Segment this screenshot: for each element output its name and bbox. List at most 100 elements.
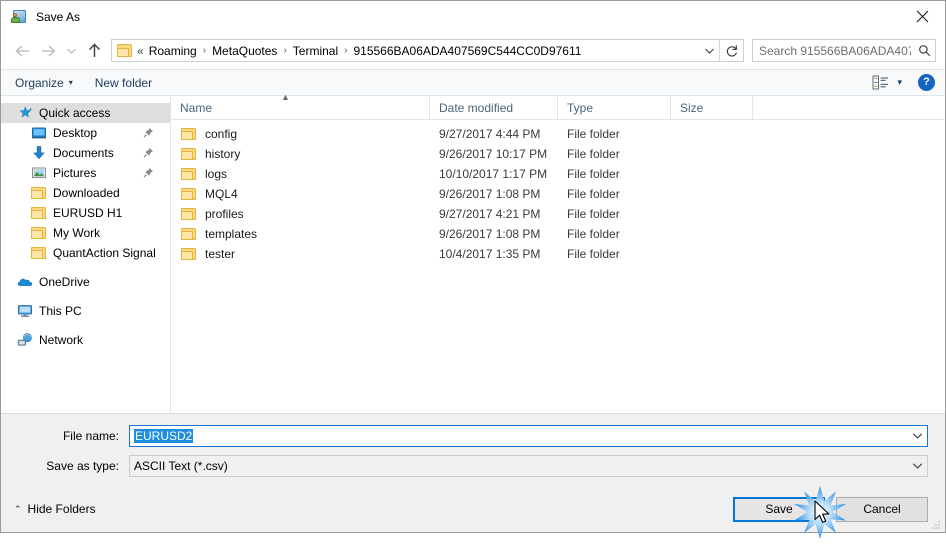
pin-icon[interactable]	[143, 127, 154, 138]
window-title: Save As	[36, 9, 81, 24]
table-row[interactable]: config 9/27/2017 4:44 PM File folder	[171, 124, 945, 144]
file-row-name-cell: config	[171, 127, 430, 141]
cancel-button[interactable]: Cancel	[836, 496, 928, 522]
file-name-dropdown-button[interactable]	[907, 432, 927, 440]
file-name-value: EURUSD2	[134, 429, 194, 443]
breadcrumb-item-metaquotes[interactable]: MetaQuotes	[209, 43, 280, 59]
sidebar-item-my-work[interactable]: My Work	[1, 223, 170, 243]
address-bar[interactable]: « Roaming › MetaQuotes › Terminal › 9155…	[111, 39, 744, 62]
file-name-text: logs	[205, 167, 228, 181]
chevron-down-icon	[704, 48, 714, 54]
command-toolbar: Organize ▾ New folder ▾ ?	[1, 69, 945, 96]
breadcrumb-item-roaming[interactable]: Roaming	[146, 43, 200, 59]
search-input[interactable]	[753, 43, 913, 58]
file-row-date-cell: 10/4/2017 1:35 PM	[439, 247, 541, 261]
save-button[interactable]: Save	[733, 496, 825, 522]
table-row[interactable]: history 9/26/2017 10:17 PM File folder	[171, 144, 945, 164]
back-arrow-icon	[15, 45, 29, 56]
breadcrumb-separator-icon[interactable]: ›	[200, 45, 209, 56]
forward-button[interactable]	[35, 39, 61, 63]
documents-download-icon	[31, 145, 47, 161]
column-header-name[interactable]: Name ▲	[171, 92, 430, 119]
sidebar-item-desktop[interactable]: Desktop	[1, 123, 170, 143]
column-header-date-modified[interactable]: Date modified	[430, 96, 558, 119]
file-name-text: profiles	[205, 207, 244, 221]
new-folder-button[interactable]: New folder	[95, 76, 152, 90]
file-row-type-cell: File folder	[567, 247, 620, 261]
back-button[interactable]	[9, 39, 35, 63]
file-row-name-cell: MQL4	[171, 187, 430, 201]
sidebar-item-quick-access[interactable]: Quick access	[1, 103, 170, 123]
file-name-combobox[interactable]: EURUSD2	[129, 425, 928, 447]
change-view-button[interactable]: ▾	[872, 75, 902, 90]
folder-icon	[31, 205, 47, 221]
resize-grip[interactable]	[930, 518, 942, 530]
sidebar-item-label: Downloaded	[53, 186, 120, 200]
search-icon[interactable]	[913, 44, 935, 57]
file-name-input[interactable]: EURUSD2	[130, 429, 907, 443]
help-button[interactable]: ?	[918, 74, 935, 91]
sidebar-item-eurusd-h1[interactable]: EURUSD H1	[1, 203, 170, 223]
sidebar-item-documents[interactable]: Documents	[1, 143, 170, 163]
table-row[interactable]: MQL4 9/26/2017 1:08 PM File folder	[171, 184, 945, 204]
hide-folders-button[interactable]: ⌃ Hide Folders	[11, 502, 96, 516]
file-row-date-cell: 9/26/2017 1:08 PM	[439, 227, 541, 241]
sidebar-item-pictures[interactable]: Pictures	[1, 163, 170, 183]
column-header-size[interactable]: Size	[671, 96, 753, 119]
address-dropdown-button[interactable]	[699, 40, 719, 61]
column-header-type[interactable]: Type	[558, 96, 671, 119]
breadcrumb-separator-icon[interactable]: ›	[341, 45, 350, 56]
sidebar-item-this-pc[interactable]: This PC	[1, 301, 170, 321]
pin-icon[interactable]	[143, 147, 154, 158]
table-row[interactable]: tester 10/4/2017 1:35 PM File folder	[171, 244, 945, 264]
column-header-label: Size	[680, 100, 704, 115]
dialog-footer: ⌃ Hide Folders Save Cancel	[1, 486, 945, 532]
column-header-label: Type	[567, 100, 594, 115]
breadcrumb-separator-icon[interactable]: ›	[280, 45, 289, 56]
save-as-type-combobox[interactable]: ASCII Text (*.csv)	[129, 455, 928, 477]
sidebar-item-label: OneDrive	[39, 275, 90, 289]
breadcrumb-overflow[interactable]: «	[135, 43, 146, 59]
sidebar-item-label: EURUSD H1	[53, 206, 123, 220]
sidebar-item-downloaded[interactable]: Downloaded	[1, 183, 170, 203]
sidebar-item-network[interactable]: Network	[1, 330, 170, 350]
file-list: config 9/27/2017 4:44 PM File folder histor…	[171, 120, 945, 413]
sidebar-item-onedrive[interactable]: OneDrive	[1, 272, 170, 292]
organize-label: Organize	[15, 75, 64, 90]
file-row-type-cell: File folder	[567, 127, 620, 141]
file-row-type-cell: File folder	[567, 167, 620, 181]
sidebar-item-label: Network	[39, 333, 84, 347]
chevron-down-icon: ▾	[897, 77, 902, 87]
desktop-icon	[31, 125, 47, 141]
table-row[interactable]: profiles 9/27/2017 4:21 PM File folder	[171, 204, 945, 224]
file-row-date-cell: 9/27/2017 4:21 PM	[439, 207, 541, 221]
file-row-type-cell: File folder	[567, 147, 620, 161]
folder-icon	[181, 248, 196, 260]
new-folder-label: New folder	[94, 75, 153, 90]
table-row[interactable]: logs 10/10/2017 1:17 PM File folder	[171, 164, 945, 184]
file-name-text: config	[205, 127, 238, 141]
save-as-type-dropdown-button[interactable]	[907, 462, 927, 470]
save-as-icon	[11, 9, 27, 25]
breadcrumb-item-terminal-id[interactable]: 915566BA06ADA407569C544CC0D97611	[350, 43, 584, 59]
close-button[interactable]	[899, 1, 945, 31]
refresh-button[interactable]	[720, 40, 743, 61]
sidebar-item-quantaction-signal[interactable]: QuantAction Signal	[1, 243, 170, 263]
file-row-date-cell: 9/27/2017 4:44 PM	[439, 127, 541, 141]
folder-icon	[31, 185, 47, 201]
breadcrumb-item-terminal[interactable]: Terminal	[290, 43, 341, 59]
pin-icon[interactable]	[143, 167, 154, 178]
file-row-name-cell: logs	[171, 167, 430, 181]
search-box[interactable]	[752, 39, 936, 62]
folder-icon	[117, 44, 132, 57]
recent-locations-button[interactable]	[61, 39, 81, 63]
table-row[interactable]: templates 9/26/2017 1:08 PM File folder	[171, 224, 945, 244]
file-row-name-cell: history	[171, 147, 430, 161]
folder-icon	[181, 188, 196, 200]
up-button[interactable]	[81, 39, 107, 63]
organize-button[interactable]: Organize ▾	[15, 76, 73, 90]
file-row-type-cell: File folder	[567, 227, 620, 241]
